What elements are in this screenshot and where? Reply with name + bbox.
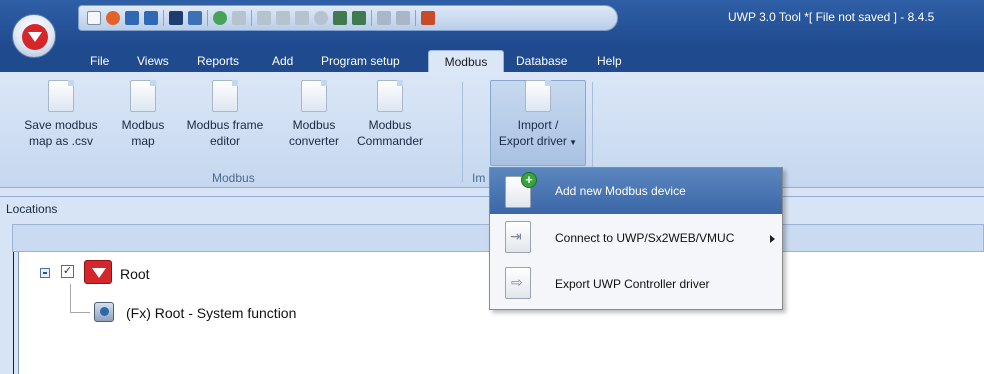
app-menu-button[interactable] xyxy=(12,14,56,58)
new-file-icon[interactable] xyxy=(87,11,101,25)
tree-item-root[interactable]: Root xyxy=(120,266,150,282)
window-title: UWP 3.0 Tool *[ File not saved ] - 8.4.5 xyxy=(728,10,935,24)
system-function-icon xyxy=(94,302,114,322)
tools-icon[interactable] xyxy=(421,11,435,25)
export-icon: ⇨ xyxy=(499,264,539,302)
globe-icon[interactable] xyxy=(314,11,328,25)
refresh-icon[interactable] xyxy=(213,11,227,25)
app-logo-icon xyxy=(22,24,48,50)
modbus-frame-editor-button[interactable]: Modbus frame editor xyxy=(180,80,270,149)
group-label-modbus: Modbus xyxy=(212,171,255,185)
document-icon xyxy=(301,80,327,112)
tab-program-setup[interactable]: Program setup xyxy=(321,54,400,68)
document-icon xyxy=(48,80,74,112)
device-alt-icon[interactable] xyxy=(396,11,410,25)
tab-views[interactable]: Views xyxy=(137,54,169,68)
document-icon xyxy=(212,80,238,112)
modbus-frame-editor-label-2: editor xyxy=(209,134,241,148)
document-icon xyxy=(130,80,156,112)
modbus-commander-label-1: Modbus xyxy=(368,118,412,132)
tab-add[interactable]: Add xyxy=(272,54,293,68)
dropdown-arrow-icon: ▼ xyxy=(566,138,578,147)
tab-help[interactable]: Help xyxy=(597,54,622,68)
group-label-import: Im xyxy=(472,171,486,185)
menu-item-connect-label: Connect to UWP/Sx2WEB/VMUC xyxy=(555,231,735,245)
tab-modbus[interactable]: Modbus xyxy=(428,50,504,73)
modbus-frame-editor-label-1: Modbus frame xyxy=(186,118,264,132)
toolbar-separator xyxy=(415,10,416,26)
device-icon[interactable] xyxy=(377,11,391,25)
modbus-commander-label-2: Commander xyxy=(356,134,424,148)
import-export-label-1: Import / xyxy=(517,118,559,132)
root-logo-icon xyxy=(84,260,112,284)
receive-icon[interactable] xyxy=(276,11,290,25)
root-checkbox[interactable]: ✓ xyxy=(61,265,74,278)
tab-reports[interactable]: Reports xyxy=(197,54,239,68)
save-modbus-map-button[interactable]: Save modbus map as .csv xyxy=(20,80,102,149)
tree-connector xyxy=(70,284,71,312)
plug-icon[interactable] xyxy=(295,11,309,25)
arrow-in-icon: ⇥ xyxy=(510,228,522,244)
tab-database[interactable]: Database xyxy=(516,54,567,68)
open-icon[interactable] xyxy=(106,11,120,25)
import-export-label-2: Export driver ▼ xyxy=(490,133,586,151)
toolbar-separator xyxy=(163,10,164,26)
plus-icon: + xyxy=(521,172,537,188)
tree-connector xyxy=(70,312,90,313)
save-modbus-map-label-1: Save modbus xyxy=(24,118,98,132)
edit-icon[interactable] xyxy=(188,11,202,25)
modbus-map-label-2: map xyxy=(131,134,155,148)
tab-file[interactable]: File xyxy=(90,54,109,68)
network-icon[interactable] xyxy=(333,11,347,25)
quick-access-toolbar xyxy=(78,5,618,31)
modbus-converter-label-1: Modbus xyxy=(292,118,336,132)
disk-icon[interactable] xyxy=(169,11,183,25)
modbus-commander-button[interactable]: Modbus Commander xyxy=(350,80,430,149)
document-icon xyxy=(377,80,403,112)
toolbar-separator xyxy=(207,10,208,26)
tree-item-system-function[interactable]: (Fx) Root - System function xyxy=(126,305,296,321)
menu-item-add-label: Add new Modbus device xyxy=(555,184,686,198)
save-icon[interactable] xyxy=(125,11,139,25)
collapse-icon[interactable] xyxy=(40,268,50,278)
add-device-icon: + xyxy=(499,172,539,210)
upload-icon[interactable] xyxy=(232,11,246,25)
save-as-icon[interactable] xyxy=(144,11,158,25)
save-modbus-map-label-2: map as .csv xyxy=(28,134,94,148)
locations-title: Locations xyxy=(6,202,58,216)
toolbar-separator xyxy=(251,10,252,26)
arrow-out-icon: ⇨ xyxy=(511,274,523,290)
document-icon xyxy=(525,80,551,112)
submenu-arrow-icon xyxy=(770,235,775,243)
menu-item-export-label: Export UWP Controller driver xyxy=(555,277,710,291)
import-export-driver-button[interactable]: Import / Export driver ▼ xyxy=(490,80,586,151)
modbus-map-label-1: Modbus xyxy=(121,118,165,132)
modbus-converter-label-2: converter xyxy=(288,134,340,148)
network-alt-icon[interactable] xyxy=(352,11,366,25)
modbus-converter-button[interactable]: Modbus converter xyxy=(282,80,346,149)
toolbar-separator xyxy=(371,10,372,26)
connect-icon: ⇥ xyxy=(499,218,539,256)
modbus-map-button[interactable]: Modbus map xyxy=(114,80,172,149)
ribbon-group-separator xyxy=(462,82,463,182)
send-icon[interactable] xyxy=(257,11,271,25)
import-export-label-text: Export driver xyxy=(498,134,567,148)
